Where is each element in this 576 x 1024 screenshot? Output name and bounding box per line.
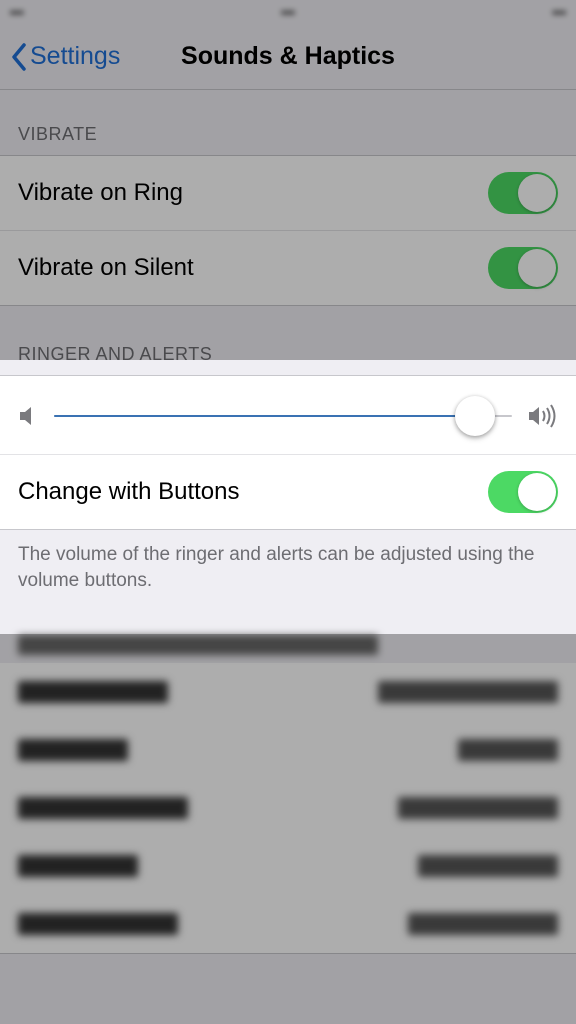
vibrate-on-silent-row[interactable]: Vibrate on Silent xyxy=(0,230,576,305)
back-button[interactable]: Settings xyxy=(10,42,120,71)
change-with-buttons-row[interactable]: Change with Buttons xyxy=(0,454,576,529)
volume-slider[interactable] xyxy=(54,396,512,436)
navbar: Settings Sounds & Haptics xyxy=(0,24,576,90)
section-header-vibrate: VIBRATE xyxy=(0,90,576,155)
vibrate-on-ring-toggle[interactable] xyxy=(488,172,558,214)
row-label: Change with Buttons xyxy=(18,478,239,506)
vibrate-on-silent-toggle[interactable] xyxy=(488,247,558,289)
list-item[interactable] xyxy=(0,779,576,837)
section-header-patterns xyxy=(0,615,576,663)
change-with-buttons-toggle[interactable] xyxy=(488,471,558,513)
patterns-list xyxy=(0,663,576,954)
section-header-ringer: RINGER AND ALERTS xyxy=(0,322,576,375)
vibrate-on-ring-row[interactable]: Vibrate on Ring xyxy=(0,156,576,230)
volume-slider-row xyxy=(0,376,576,454)
speaker-high-icon xyxy=(528,403,558,429)
vibrate-list: Vibrate on Ring Vibrate on Silent xyxy=(0,155,576,306)
list-item[interactable] xyxy=(0,663,576,721)
ringer-list: Change with Buttons xyxy=(0,375,576,530)
blurred-header-text xyxy=(18,635,378,655)
row-label: Vibrate on Silent xyxy=(18,254,194,282)
list-item[interactable] xyxy=(0,895,576,953)
ringer-footer-text: The volume of the ringer and alerts can … xyxy=(0,530,576,615)
row-label: Vibrate on Ring xyxy=(18,179,183,207)
speaker-low-icon xyxy=(18,404,38,428)
chevron-left-icon xyxy=(10,43,28,71)
list-item[interactable] xyxy=(0,721,576,779)
list-item[interactable] xyxy=(0,837,576,895)
back-label: Settings xyxy=(30,42,120,71)
status-bar: ••••••••• xyxy=(0,0,576,24)
